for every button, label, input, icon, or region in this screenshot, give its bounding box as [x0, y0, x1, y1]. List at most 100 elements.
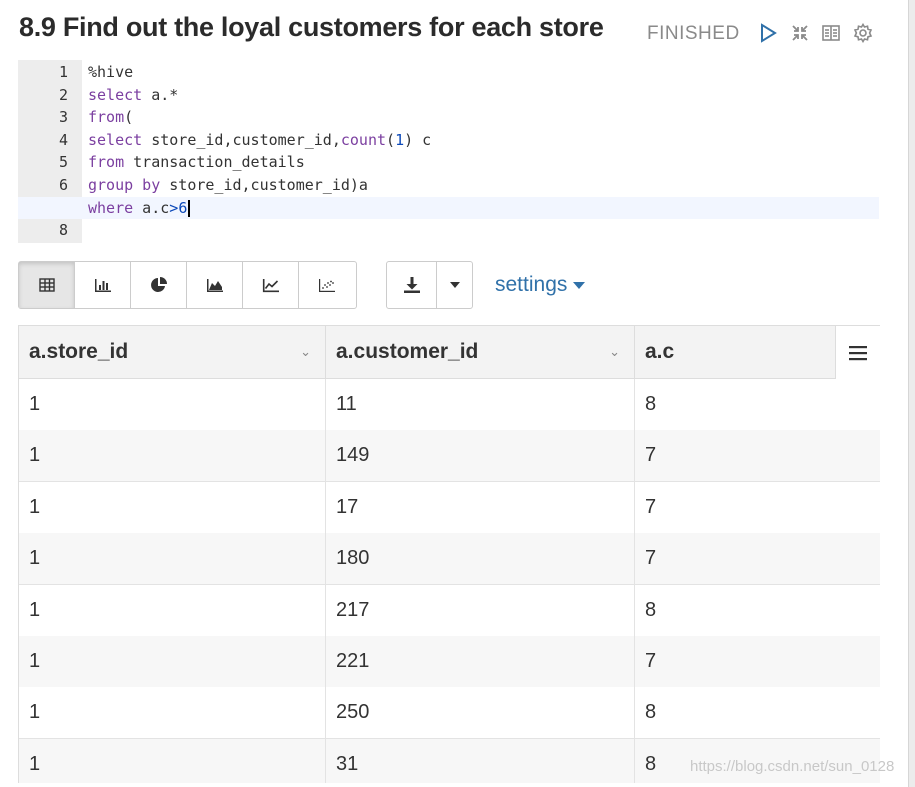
code-token: ) c — [404, 130, 432, 149]
code-token: where — [88, 198, 134, 217]
code-line[interactable]: 2 select a.* — [18, 84, 879, 106]
hamburger-menu-icon — [849, 345, 867, 360]
table-cell: 11 — [326, 379, 635, 430]
table-cell: 7 — [645, 650, 657, 672]
table-cell: 1 — [19, 430, 326, 482]
table-cell: 7 — [645, 495, 657, 518]
code-token: select — [88, 130, 143, 149]
code-line[interactable]: 5 from transaction_details — [18, 151, 879, 173]
code-line[interactable]: 4 select store_id,customer_id,count(1) c — [18, 129, 879, 151]
code-token: > — [169, 198, 179, 217]
column-header-store-id[interactable]: a.store_id ⌄ — [19, 326, 326, 378]
window-scrollbar[interactable] — [908, 0, 915, 787]
column-header-customer-id[interactable]: a.customer_id ⌄ — [326, 326, 635, 378]
table-cell: 1 — [19, 481, 326, 533]
bar-chart-icon — [94, 277, 112, 293]
table-row[interactable]: 1 180 7 — [19, 533, 880, 586]
column-menu-chevron-icon[interactable]: ⌄ — [609, 326, 620, 378]
run-paragraph-button[interactable] — [757, 22, 779, 44]
code-line[interactable]: 8 — [18, 219, 879, 241]
line-number: 1 — [58, 63, 68, 81]
grid-menu-button[interactable] — [835, 326, 880, 379]
code-line[interactable]: 3 from( — [18, 106, 879, 128]
pie-chart-icon — [150, 276, 168, 294]
code-text: group by store_id,customer_id)a — [88, 174, 368, 196]
table-cell: 1 — [19, 533, 326, 585]
pie-chart-button[interactable] — [131, 262, 187, 308]
table-cell: 8 — [645, 701, 657, 724]
text-cursor — [188, 199, 191, 217]
code-token: a.* — [142, 85, 179, 104]
bar-chart-button[interactable] — [75, 262, 131, 308]
caret-down-icon — [449, 282, 460, 288]
code-text: from transaction_details — [88, 151, 305, 173]
code-line[interactable]: where a.c>6 — [18, 196, 879, 219]
code-token: 1 — [395, 130, 405, 149]
table-cell: 221 — [326, 636, 635, 687]
settings-dropdown[interactable]: settings — [495, 273, 586, 297]
column-header-label: a.store_id — [29, 340, 129, 363]
line-chart-button[interactable] — [243, 262, 299, 308]
column-menu-chevron-icon[interactable]: ⌄ — [300, 326, 311, 378]
play-icon — [761, 23, 777, 43]
line-number: 8 — [58, 221, 68, 240]
code-token: ( — [124, 108, 134, 127]
table-cell: 1 — [19, 738, 326, 783]
scatter-chart-icon — [318, 277, 336, 293]
table-cell: 7 — [645, 547, 657, 570]
code-text: from( — [88, 106, 133, 128]
code-token: from — [88, 153, 125, 172]
code-line[interactable]: 6 group by store_id,customer_id)a — [18, 174, 879, 196]
table-cell: 149 — [326, 430, 635, 482]
code-editor[interactable]: 1 %hive 2 select a.* 3 from(4 select store_id,… — [18, 60, 879, 243]
table-cell: 8 — [645, 393, 657, 415]
table-row[interactable]: 1 149 7 — [19, 430, 880, 483]
table-cell: 8 — [645, 598, 657, 621]
download-dropdown-button[interactable] — [437, 262, 472, 308]
code-token: %hive — [88, 63, 134, 81]
code-token: store_id,customer_id, — [142, 130, 341, 149]
book-icon — [822, 25, 840, 41]
column-header-label: a.c — [645, 340, 675, 363]
table-cell: 250 — [326, 687, 635, 739]
code-text: select store_id,customer_id,count(1) c — [88, 129, 431, 151]
table-row[interactable]: 1 221 7 — [19, 636, 880, 688]
table-header: a.store_id ⌄ a.customer_id ⌄ a.c — [19, 325, 880, 379]
table-row[interactable]: 1 17 7 — [19, 481, 880, 534]
column-header-label: a.customer_id — [336, 340, 479, 363]
hide-editor-button[interactable] — [789, 22, 811, 44]
table-cell: 180 — [326, 533, 635, 585]
code-text: select a.* — [88, 84, 178, 106]
code-token: select — [88, 85, 143, 104]
area-chart-icon — [206, 277, 224, 293]
table-cell: 1 — [19, 687, 326, 739]
code-text: %hive — [88, 61, 133, 83]
visualization-button-group — [18, 261, 357, 309]
paragraph-title: 8.9 Find out the loyal customers for eac… — [19, 12, 604, 42]
table-row[interactable]: 1 11 8 — [19, 379, 880, 431]
toggle-output-button[interactable] — [820, 22, 842, 44]
code-token: store_id,customer_id)a — [160, 176, 368, 194]
line-number: 6 — [58, 176, 68, 194]
line-number: 4 — [58, 130, 68, 149]
gear-icon — [853, 23, 873, 43]
table-cell: 31 — [326, 738, 635, 783]
download-button-group — [386, 261, 473, 309]
download-button[interactable] — [387, 262, 438, 308]
table-row[interactable]: 1 217 8 — [19, 584, 880, 637]
table-view-button[interactable] — [19, 262, 75, 308]
table-cell: 1 — [19, 584, 326, 636]
table-row[interactable]: 1 250 8 — [19, 687, 880, 740]
code-token: 6 — [178, 198, 188, 217]
code-line[interactable]: 1 %hive — [18, 61, 879, 83]
result-table: a.store_id ⌄ a.customer_id ⌄ a.c 1 11 8 1 14… — [18, 325, 880, 783]
download-icon — [403, 277, 420, 293]
paragraph-settings-button[interactable] — [852, 22, 874, 44]
table-cell: 17 — [326, 481, 635, 533]
table-cell: 217 — [326, 584, 635, 636]
code-token: count — [340, 130, 387, 149]
line-number: 2 — [58, 85, 68, 104]
area-chart-button[interactable] — [187, 262, 243, 308]
code-token: a.c — [133, 198, 170, 217]
scatter-chart-button[interactable] — [299, 262, 355, 308]
